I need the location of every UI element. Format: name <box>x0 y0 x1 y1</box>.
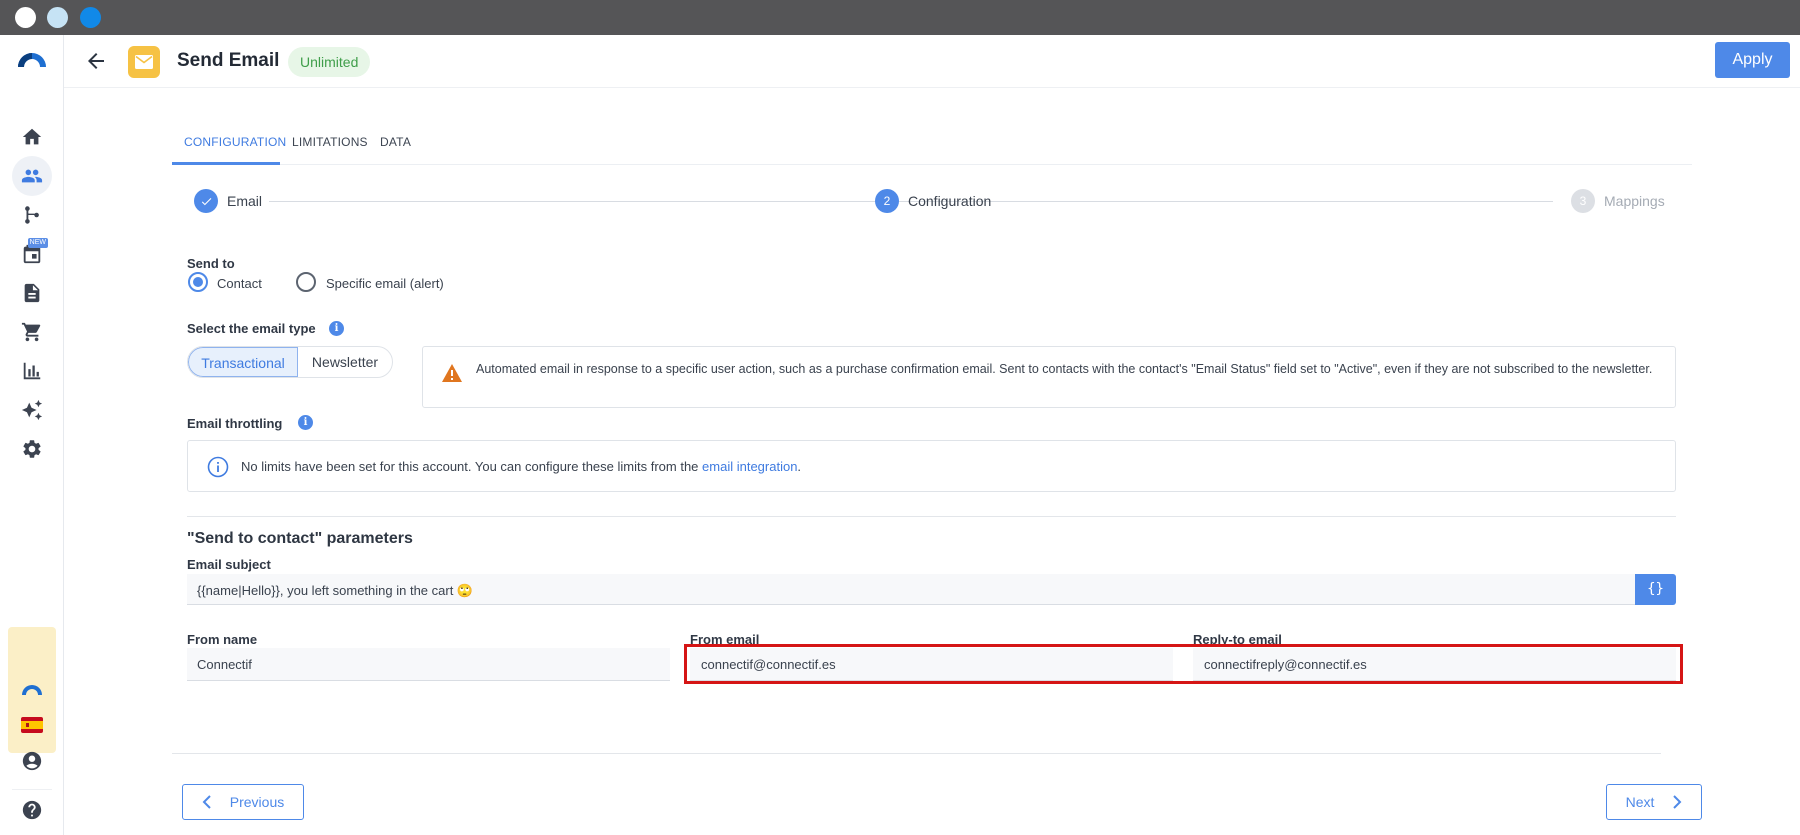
stepper: Email 2 Configuration 3 Mappings <box>172 185 1692 217</box>
throttling-info-icon[interactable]: i <box>298 415 313 430</box>
radio-specific-email[interactable] <box>296 272 316 292</box>
account-logo-icon <box>22 685 42 695</box>
tab-configuration[interactable]: CONFIGURATION <box>184 135 286 149</box>
sidebar-item-workflows[interactable] <box>12 195 52 235</box>
throttling-text-main: No limits have been set for this account… <box>241 459 703 474</box>
step-number-current[interactable]: 2 <box>875 189 899 213</box>
sidebar-item-documents[interactable] <box>12 273 52 313</box>
chevron-right-icon <box>1673 795 1682 809</box>
analytics-icon <box>23 362 41 380</box>
step-connector <box>1003 201 1553 202</box>
email-integration-link[interactable]: email integration <box>702 459 797 474</box>
sidebar-item-contacts[interactable] <box>12 156 52 196</box>
info-outline-icon <box>207 456 229 478</box>
throttling-notice: No limits have been set for this account… <box>187 440 1676 492</box>
home-icon <box>22 128 42 145</box>
email-type-transactional[interactable]: Transactional <box>188 347 298 377</box>
step-label-email[interactable]: Email <box>227 193 262 209</box>
window-titlebar <box>0 0 1800 35</box>
next-button[interactable]: Next <box>1606 784 1702 820</box>
envelope-icon <box>135 55 153 69</box>
subject-label: Email subject <box>187 557 271 572</box>
footer-divider <box>172 753 1661 754</box>
warning-icon <box>442 364 462 382</box>
radio-contact-label[interactable]: Contact <box>217 276 262 291</box>
tab-limitations[interactable]: LIMITATIONS <box>292 135 368 149</box>
radio-contact[interactable] <box>188 272 208 292</box>
email-app-icon <box>128 46 160 78</box>
subject-value[interactable]: {{name|Hello}}, you left something in th… <box>197 583 473 599</box>
step-number-pending[interactable]: 3 <box>1571 189 1595 213</box>
email-type-newsletter[interactable]: Newsletter <box>298 347 392 377</box>
sidebar-item-analytics[interactable] <box>12 351 52 391</box>
page-header: Send Email Unlimited Apply <box>64 35 1800 88</box>
apply-button[interactable]: Apply <box>1715 42 1790 78</box>
status-badge: Unlimited <box>288 47 371 77</box>
window-minimize-button[interactable] <box>47 7 68 28</box>
throttling-label: Email throttling <box>187 416 283 431</box>
send-to-label: Send to <box>187 256 235 271</box>
highlight-box <box>684 644 1683 684</box>
sidebar-item-calendar[interactable]: NEW <box>12 234 52 274</box>
tab-bar: CONFIGURATION LIMITATIONS DATA <box>172 125 1692 165</box>
contacts-icon <box>21 169 43 183</box>
window-maximize-button[interactable] <box>80 7 101 28</box>
new-badge: NEW <box>27 238 48 248</box>
radio-specific-email-label[interactable]: Specific email (alert) <box>326 276 444 291</box>
email-type-alert: Automated email in response to a specifi… <box>422 346 1676 408</box>
section-divider <box>187 516 1676 517</box>
previous-label: Previous <box>229 794 285 810</box>
sidebar-item-help[interactable] <box>12 789 52 829</box>
next-label: Next <box>1625 794 1655 810</box>
email-type-label: Select the email type <box>187 321 316 336</box>
spain-flag-icon[interactable] <box>21 717 43 733</box>
email-type-selector: Transactional Newsletter <box>187 346 393 378</box>
sidebar-item-settings[interactable] <box>12 429 52 469</box>
settings-icon <box>23 440 41 458</box>
document-icon <box>24 283 40 303</box>
from-name-value[interactable]: Connectif <box>197 657 252 672</box>
account-brand-box[interactable] <box>8 627 56 753</box>
from-name-input[interactable] <box>187 648 670 681</box>
app-logo-icon[interactable] <box>16 47 48 69</box>
step-done-check-icon[interactable] <box>194 189 218 213</box>
page-title: Send Email <box>177 50 280 71</box>
insert-variable-button[interactable]: {} <box>1635 574 1676 605</box>
throttling-text: No limits have been set for this account… <box>241 459 801 474</box>
email-type-description: Automated email in response to a specifi… <box>476 362 1653 376</box>
sidebar-item-account[interactable] <box>12 741 52 781</box>
help-icon <box>22 800 42 819</box>
step-label-configuration[interactable]: Configuration <box>908 193 991 209</box>
active-tab-indicator <box>172 162 280 165</box>
email-type-info-icon[interactable]: i <box>329 321 344 336</box>
cart-icon <box>21 322 41 342</box>
sparkles-icon <box>21 399 43 421</box>
from-name-label: From name <box>187 632 258 647</box>
params-section-title: "Send to contact" parameters <box>187 530 413 547</box>
tab-data[interactable]: DATA <box>380 135 411 149</box>
step-label-mappings[interactable]: Mappings <box>1604 193 1665 209</box>
chevron-left-icon <box>202 795 211 809</box>
account-icon <box>22 751 42 771</box>
previous-button[interactable]: Previous <box>182 784 304 820</box>
workflow-icon <box>25 206 39 224</box>
window-close-button[interactable] <box>15 7 36 28</box>
back-arrow-icon[interactable] <box>84 49 108 73</box>
sidebar-item-ai[interactable] <box>12 390 52 430</box>
throttling-text-end: . <box>797 459 802 474</box>
sidebar-item-products[interactable] <box>12 312 52 352</box>
sidebar: NEW <box>0 35 64 835</box>
sidebar-item-home[interactable] <box>12 117 52 157</box>
